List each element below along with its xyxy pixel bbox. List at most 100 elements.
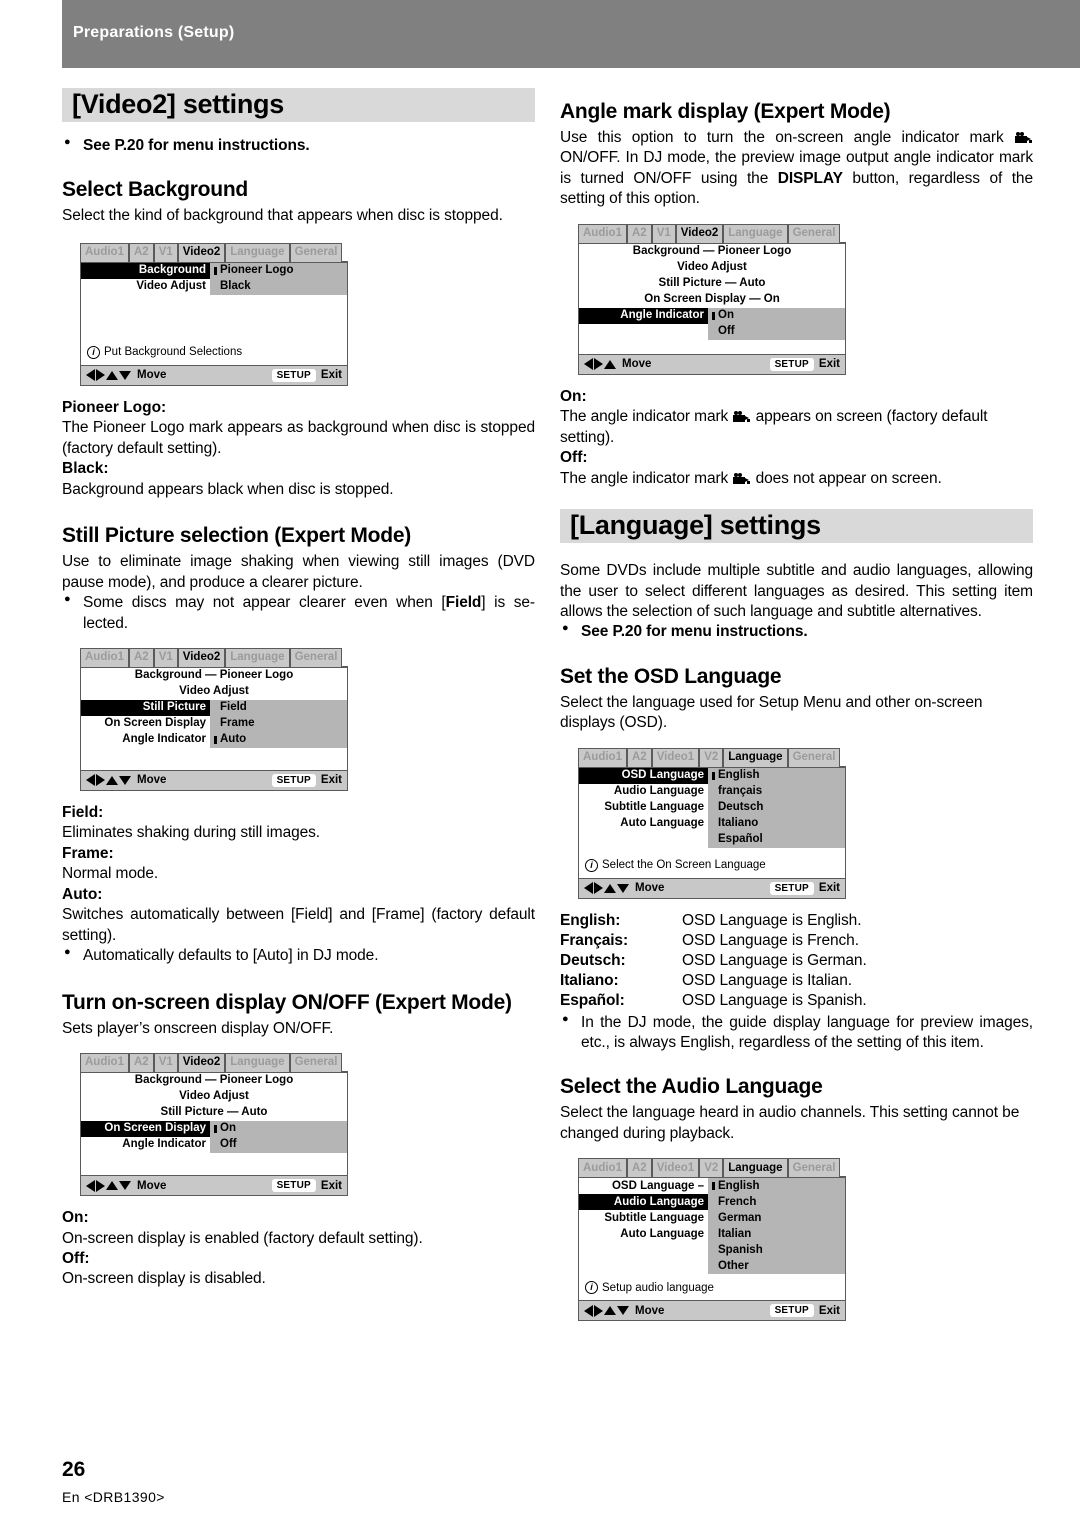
arrow-down-icon[interactable]: [617, 1306, 629, 1316]
osd-row[interactable]: Background Pioneer Logo: [81, 262, 347, 279]
osd-row[interactable]: Video Adjust: [579, 260, 845, 276]
osd-row-value[interactable]: Other: [708, 1258, 845, 1275]
arrow-up-icon[interactable]: [106, 370, 118, 380]
osd-row-value[interactable]: German: [708, 1210, 845, 1227]
osd-row-value[interactable]: French: [708, 1194, 845, 1211]
osd-row[interactable]: OSD Language – English: [579, 1178, 845, 1195]
osd-tab-v2[interactable]: V2: [699, 747, 724, 767]
osd-tab-language[interactable]: Language: [723, 1158, 788, 1178]
arrow-right-icon[interactable]: [96, 1179, 105, 1192]
osd-menu-osd-language[interactable]: Audio1 A2 Video1 V2 Language General OSD Langu…: [578, 747, 846, 899]
arrow-right-icon[interactable]: [594, 358, 603, 371]
osd-row-value[interactable]: English: [708, 1178, 845, 1195]
osd-tab-v1[interactable]: V1: [153, 1053, 178, 1073]
arrow-up-icon[interactable]: [106, 775, 118, 785]
osd-tab-v2[interactable]: V2: [699, 1158, 724, 1178]
osd-row[interactable]: Video Adjust: [81, 684, 347, 700]
osd-tab-language[interactable]: Language: [723, 747, 788, 767]
osd-tab-a2[interactable]: A2: [128, 1053, 154, 1073]
osd-row-value[interactable]: English: [708, 767, 845, 784]
osd-row[interactable]: Angle Indicator On: [579, 307, 845, 324]
arrow-down-icon[interactable]: [617, 883, 629, 893]
osd-row[interactable]: Angle Indicator Auto: [81, 731, 347, 748]
arrow-right-icon[interactable]: [96, 369, 105, 382]
osd-tab-audio1[interactable]: Audio1: [578, 1158, 627, 1178]
arrow-right-icon[interactable]: [594, 882, 603, 895]
osd-tab-video2[interactable]: Video2: [177, 647, 226, 667]
arrow-up-icon[interactable]: [604, 359, 616, 369]
osd-row[interactable]: Auto Language Italiano: [579, 815, 845, 832]
arrow-left-icon[interactable]: [86, 369, 95, 382]
osd-row[interactable]: Angle Indicator Off: [81, 1137, 347, 1154]
osd-tab-audio1[interactable]: Audio1: [80, 647, 129, 667]
arrow-left-icon[interactable]: [584, 1304, 593, 1317]
osd-tab-a2[interactable]: A2: [626, 747, 652, 767]
osd-row[interactable]: On Screen Display — On: [579, 292, 845, 308]
osd-tab-v1[interactable]: V1: [153, 242, 178, 262]
osd-row[interactable]: Still Picture — Auto: [579, 276, 845, 292]
arrow-right-icon[interactable]: [594, 1304, 603, 1317]
osd-row[interactable]: Background — Pioneer Logo: [81, 668, 347, 684]
arrow-up-icon[interactable]: [604, 1306, 616, 1316]
arrow-up-icon[interactable]: [106, 1181, 118, 1191]
osd-row-value[interactable]: On: [210, 1121, 347, 1138]
osd-row-value[interactable]: français: [708, 783, 845, 800]
osd-row[interactable]: Background — Pioneer Logo: [579, 244, 845, 260]
osd-row-value[interactable]: Pioneer Logo: [210, 262, 347, 279]
arrow-left-icon[interactable]: [584, 882, 593, 895]
osd-setup-button[interactable]: SETUP: [769, 357, 814, 371]
osd-row-value[interactable]: Deutsch: [708, 799, 845, 816]
arrow-left-icon[interactable]: [584, 358, 593, 371]
osd-row-value[interactable]: Field: [210, 699, 347, 716]
osd-row-value[interactable]: Off: [210, 1137, 347, 1154]
osd-menu-audio-language[interactable]: Audio1 A2 Video1 V2 Language General OSD Langu…: [578, 1158, 846, 1322]
osd-row[interactable]: Auto Language Italian: [579, 1226, 845, 1243]
osd-tab-language[interactable]: Language: [225, 647, 290, 667]
osd-row-value[interactable]: Auto: [210, 731, 347, 748]
osd-tab-video2[interactable]: Video2: [177, 1053, 226, 1073]
osd-tab-general[interactable]: General: [787, 747, 841, 767]
osd-tab-general[interactable]: General: [787, 1158, 841, 1178]
arrow-left-icon[interactable]: [86, 774, 95, 787]
arrow-up-icon[interactable]: [604, 883, 616, 893]
osd-row[interactable]: Still Picture — Auto: [81, 1105, 347, 1121]
osd-row[interactable]: Other: [579, 1258, 845, 1275]
arrow-down-icon[interactable]: [119, 1181, 131, 1191]
osd-tab-audio1[interactable]: Audio1: [578, 747, 627, 767]
arrow-down-icon[interactable]: [119, 775, 131, 785]
osd-tab-audio1[interactable]: Audio1: [80, 1053, 129, 1073]
osd-tab-video2[interactable]: Video2: [675, 223, 724, 243]
osd-menu-background[interactable]: Audio1 A2 V1 Video2 Language General Backgroun…: [80, 242, 348, 386]
osd-tab-a2[interactable]: A2: [128, 647, 154, 667]
osd-row-value[interactable]: Frame: [210, 715, 347, 732]
osd-row-value[interactable]: Off: [708, 323, 845, 340]
osd-tab-a2[interactable]: A2: [626, 1158, 652, 1178]
osd-row[interactable]: Video Adjust Black: [81, 278, 347, 295]
osd-tab-general[interactable]: General: [289, 647, 343, 667]
osd-tab-a2[interactable]: A2: [626, 223, 652, 243]
arrow-left-icon[interactable]: [86, 1179, 95, 1192]
osd-row[interactable]: Off: [579, 323, 845, 340]
osd-row-value[interactable]: Italian: [708, 1226, 845, 1243]
osd-tab-video1[interactable]: Video1: [651, 1158, 700, 1178]
osd-row-value[interactable]: Spanish: [708, 1242, 845, 1259]
osd-row[interactable]: Audio Language French: [579, 1194, 845, 1211]
osd-row-value[interactable]: Español: [708, 831, 845, 848]
osd-setup-button[interactable]: SETUP: [271, 1179, 316, 1193]
osd-row[interactable]: On Screen Display Frame: [81, 715, 347, 732]
arrow-right-icon[interactable]: [96, 774, 105, 787]
osd-row-value[interactable]: Black: [210, 278, 347, 295]
osd-tab-video2[interactable]: Video2: [177, 242, 226, 262]
osd-row[interactable]: Audio Language français: [579, 783, 845, 800]
osd-setup-button[interactable]: SETUP: [769, 881, 814, 895]
osd-row[interactable]: Video Adjust: [81, 1089, 347, 1105]
osd-tab-video1[interactable]: Video1: [651, 747, 700, 767]
osd-row[interactable]: Background — Pioneer Logo: [81, 1073, 347, 1089]
osd-tab-audio1[interactable]: Audio1: [80, 242, 129, 262]
arrow-down-icon[interactable]: [119, 370, 131, 380]
osd-tab-language[interactable]: Language: [225, 242, 290, 262]
osd-tab-language[interactable]: Language: [225, 1053, 290, 1073]
osd-row[interactable]: Español: [579, 831, 845, 848]
osd-row[interactable]: Still Picture Field: [81, 699, 347, 716]
osd-row[interactable]: OSD Language English: [579, 767, 845, 784]
